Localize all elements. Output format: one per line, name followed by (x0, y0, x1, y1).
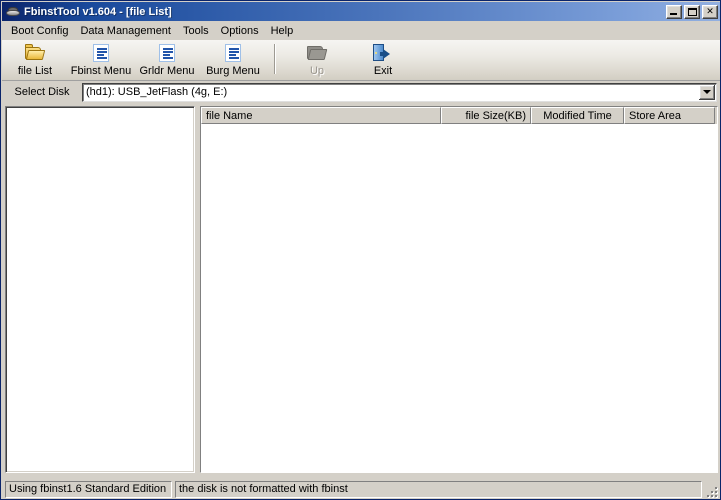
select-disk-value: (hd1): USB_JetFlash (4g, E:) (86, 86, 228, 98)
directory-tree-panel[interactable] (5, 106, 195, 473)
application-window: FbinstTool v1.604 - [file List] ✕ Boot C… (0, 0, 721, 500)
menu-item-data-management[interactable]: Data Management (74, 23, 177, 39)
select-disk-dropdown-button[interactable] (699, 84, 715, 100)
close-button[interactable]: ✕ (702, 4, 718, 19)
toolbar-button-file-list[interactable]: file List (2, 42, 68, 79)
menu-bar: Boot Config Data Management Tools Option… (2, 21, 720, 40)
menu-item-options[interactable]: Options (215, 23, 265, 39)
toolbar-button-up: Up (284, 42, 350, 79)
status-edition-text: Using fbinst1.6 Standard Edition (5, 480, 172, 498)
resize-grip-icon[interactable] (705, 484, 719, 499)
menu-item-tools[interactable]: Tools (177, 23, 215, 39)
toolbar-separator (274, 44, 276, 74)
column-header-modified-time[interactable]: Modified Time (531, 107, 624, 124)
column-header-file-size[interactable]: file Size(KB) (441, 107, 531, 124)
toolbar-label-up: Up (309, 65, 325, 77)
menu-item-help[interactable]: Help (265, 23, 300, 39)
toolbar: file List Fbinst Menu Grldr Menu Burg Me… (2, 40, 720, 81)
select-disk-label: Select Disk (14, 86, 70, 98)
document-list-icon (90, 43, 112, 63)
toolbar-label-fbinst-menu: Fbinst Menu (70, 65, 132, 77)
close-icon: ✕ (706, 6, 714, 16)
toolbar-label-file-list: file List (17, 65, 53, 77)
folder-up-icon (306, 43, 328, 63)
title-bar: FbinstTool v1.604 - [file List] ✕ (2, 2, 720, 21)
window-controls: ✕ (666, 4, 718, 19)
toolbar-label-burg-menu: Burg Menu (206, 65, 260, 77)
column-header-store-area[interactable]: Store Area (624, 107, 715, 124)
status-message-text: the disk is not formatted with fbinst (175, 480, 702, 498)
chevron-down-icon (703, 90, 711, 94)
status-bar: Using fbinst1.6 Standard Edition the dis… (2, 477, 720, 499)
file-list-header: file Name file Size(KB) Modified Time St… (201, 107, 717, 124)
toolbar-button-burg-menu[interactable]: Burg Menu (200, 42, 266, 79)
toolbar-label-grldr-menu: Grldr Menu (139, 65, 195, 77)
maximize-button[interactable] (684, 4, 700, 19)
menu-item-boot-config[interactable]: Boot Config (5, 23, 74, 39)
exit-door-icon (372, 43, 394, 63)
select-disk-row: Select Disk (hd1): USB_JetFlash (4g, E:) (2, 81, 720, 103)
document-list-icon (222, 43, 244, 63)
document-list-icon (156, 43, 178, 63)
toolbar-button-fbinst-menu[interactable]: Fbinst Menu (68, 42, 134, 79)
toolbar-button-exit[interactable]: Exit (350, 42, 416, 79)
toolbar-label-exit: Exit (373, 65, 393, 77)
toolbar-button-grldr-menu[interactable]: Grldr Menu (134, 42, 200, 79)
file-list-body[interactable] (201, 124, 717, 472)
usb-drive-icon (5, 4, 21, 20)
select-disk-combobox[interactable]: (hd1): USB_JetFlash (4g, E:) (82, 82, 717, 102)
window-title: FbinstTool v1.604 - [file List] (24, 5, 172, 18)
column-header-file-name[interactable]: file Name (201, 107, 441, 124)
file-list-panel[interactable]: file Name file Size(KB) Modified Time St… (200, 106, 718, 473)
minimize-button[interactable] (666, 4, 682, 19)
open-folder-icon (24, 43, 46, 63)
